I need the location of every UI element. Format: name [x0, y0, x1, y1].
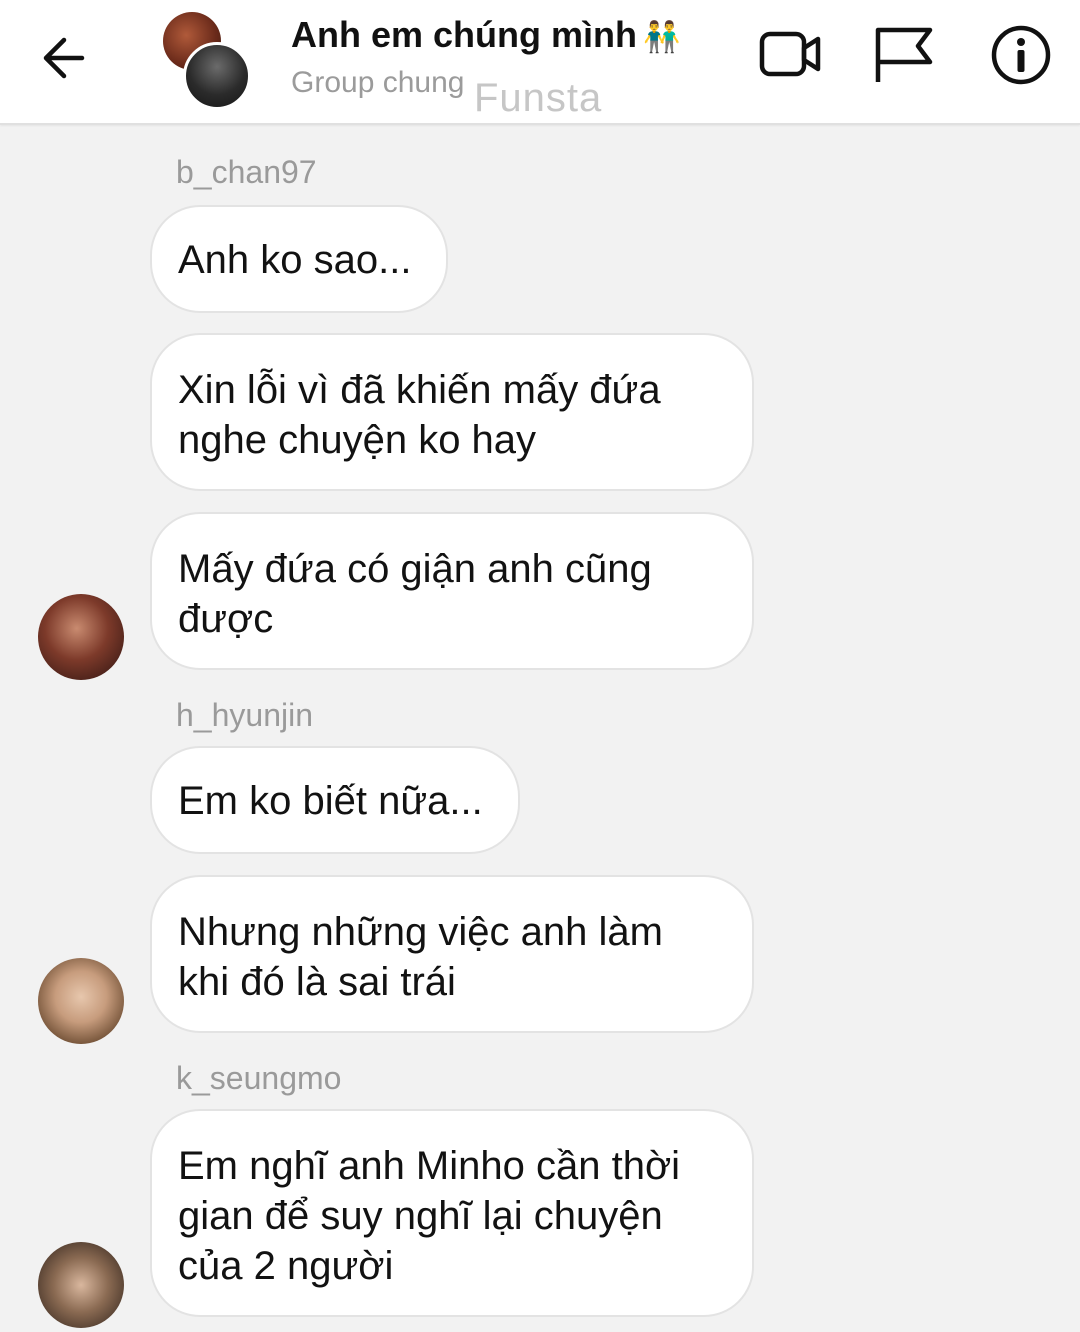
message-text-line: Em nghĩ anh Minho cần thời	[178, 1144, 681, 1188]
message-text-line: Mấy đứa có giận anh cũng	[178, 547, 652, 591]
sender-name: b_chan97	[176, 154, 317, 190]
message-bubble[interactable]: Nhưng những việc anh làm khi đó là sai t…	[150, 875, 754, 1033]
avatar[interactable]	[38, 594, 124, 680]
group-avatar[interactable]	[163, 12, 251, 110]
message-text-line: nghe chuyện ko hay	[178, 418, 537, 462]
message-bubble[interactable]: Xin lỗi vì đã khiến mấy đứa nghe chuyện …	[150, 333, 754, 491]
avatar[interactable]	[38, 958, 124, 1044]
message-text: Anh ko sao...	[178, 238, 412, 282]
group-title-emoji: 👬	[643, 20, 681, 55]
message-text-line: Xin lỗi vì đã khiến mấy đứa	[178, 368, 661, 412]
group-title-text: Anh em chúng mình	[291, 14, 637, 55]
info-icon[interactable]	[988, 22, 1054, 88]
message-text: Em ko biết nữa...	[178, 779, 483, 823]
chat-header: Anh em chúng mình 👬 Group chung Funsta	[0, 0, 1080, 125]
back-arrow-icon[interactable]	[38, 30, 94, 86]
message-bubble[interactable]: Em nghĩ anh Minho cần thời gian để suy n…	[150, 1109, 754, 1317]
sender-name: k_seungmo	[176, 1060, 342, 1096]
message-bubble[interactable]: Mấy đứa có giận anh cũng được	[150, 512, 754, 670]
group-subtitle: Group chung	[291, 66, 465, 99]
avatar[interactable]	[38, 1242, 124, 1328]
watermark: Funsta	[474, 76, 603, 120]
group-avatar-member-2	[183, 42, 251, 110]
message-text-line: được	[178, 597, 274, 641]
message-text-line: của 2 người	[178, 1244, 394, 1288]
sender-name: h_hyunjin	[176, 697, 313, 733]
group-title[interactable]: Anh em chúng mình 👬	[291, 14, 680, 56]
message-text-line: khi đó là sai trái	[178, 960, 456, 1004]
video-call-icon[interactable]	[758, 22, 824, 88]
message-text-line: Nhưng những việc anh làm	[178, 910, 663, 954]
message-text-line: gian để suy nghĩ lại chuyện	[178, 1194, 663, 1238]
message-bubble[interactable]: Em ko biết nữa...	[150, 746, 520, 854]
message-bubble[interactable]: Anh ko sao...	[150, 205, 448, 313]
flag-icon[interactable]	[872, 22, 938, 88]
